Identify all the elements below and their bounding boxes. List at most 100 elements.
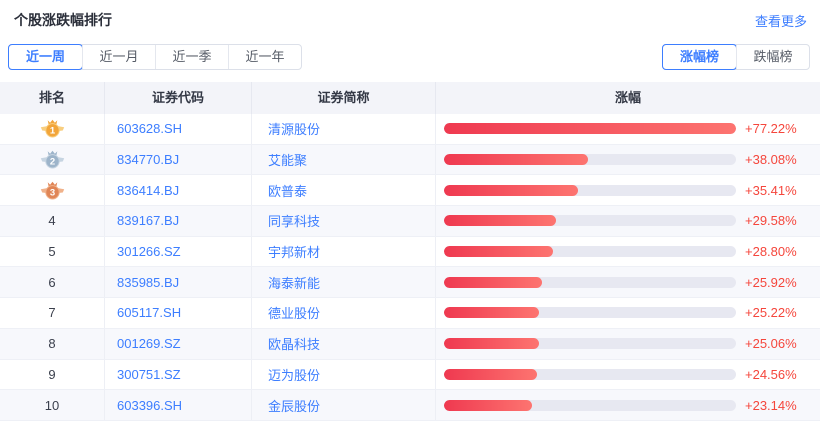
column-header-code: 证券代码 [105, 82, 252, 114]
change-cell: +29.58% [436, 206, 820, 236]
table-row[interactable]: 7 605117.SH 德业股份 +25.22% [0, 298, 820, 329]
table-row[interactable]: 5 301266.SZ 宇邦新材 +28.80% [0, 237, 820, 268]
stock-name[interactable]: 德业股份 [268, 303, 320, 322]
change-cell: +77.22% [436, 114, 820, 144]
stock-code[interactable]: 603396.SH [117, 398, 182, 413]
rank-cell: 8 [0, 329, 105, 359]
table-row[interactable]: 1 603628.SH 清源股份 +77.22% [0, 114, 820, 145]
stock-name[interactable]: 同享科技 [268, 211, 320, 230]
stock-ranking-panel: 个股涨跌幅排行 查看更多 近一周 近一月 近一季 近一年 涨幅榜 跌幅榜 排名 … [0, 0, 820, 421]
page-title: 个股涨跌幅排行 [14, 10, 112, 30]
name-cell: 迈为股份 [252, 360, 436, 390]
tab-period-quarter[interactable]: 近一季 [155, 45, 228, 69]
rank-medal: 1 [40, 119, 65, 138]
column-header-name: 证券简称 [252, 82, 436, 114]
svg-text:1: 1 [49, 126, 55, 137]
rank-medal-icon: 2 [40, 150, 65, 169]
change-cell: +25.92% [436, 267, 820, 297]
change-percent: +77.22% [745, 121, 808, 136]
change-bar-track [444, 154, 736, 165]
change-bar-track [444, 400, 736, 411]
rank-cell: 2 [0, 145, 105, 175]
rank-cell: 3 [0, 175, 105, 205]
table-row[interactable]: 10 603396.SH 金辰股份 +23.14% [0, 390, 820, 421]
change-bar-track [444, 369, 736, 380]
stock-code[interactable]: 603628.SH [117, 121, 182, 136]
change-cell: +24.56% [436, 360, 820, 390]
change-bar-fill [444, 154, 588, 165]
stock-code[interactable]: 001269.SZ [117, 336, 181, 351]
stock-name[interactable]: 迈为股份 [268, 365, 320, 384]
panel-header: 个股涨跌幅排行 查看更多 [0, 0, 820, 30]
tab-period-year[interactable]: 近一年 [228, 45, 301, 69]
change-percent: +25.92% [745, 275, 808, 290]
change-cell: +25.06% [436, 329, 820, 359]
tab-period-month[interactable]: 近一月 [82, 45, 155, 69]
view-more-link[interactable]: 查看更多 [755, 11, 807, 30]
change-percent: +29.58% [745, 213, 808, 228]
stock-name[interactable]: 欧普泰 [268, 181, 307, 200]
rank-number: 9 [48, 367, 55, 382]
table-row[interactable]: 6 835985.BJ 海泰新能 +25.92% [0, 267, 820, 298]
change-bar-fill [444, 246, 553, 257]
change-bar-track [444, 246, 736, 257]
change-bar-fill [444, 369, 537, 380]
table-header-row: 排名 证券代码 证券简称 涨幅 [0, 82, 820, 114]
code-cell: 605117.SH [105, 298, 252, 328]
change-bar-fill [444, 400, 532, 411]
change-percent: +38.08% [745, 152, 808, 167]
code-cell: 300751.SZ [105, 360, 252, 390]
name-cell: 金辰股份 [252, 390, 436, 420]
table-row[interactable]: 8 001269.SZ 欧晶科技 +25.06% [0, 329, 820, 360]
name-cell: 宇邦新材 [252, 237, 436, 267]
board-tab-group: 涨幅榜 跌幅榜 [662, 44, 810, 70]
name-cell: 艾能聚 [252, 145, 436, 175]
change-bar-fill [444, 338, 539, 349]
change-percent: +24.56% [745, 367, 808, 382]
table-row[interactable]: 4 839167.BJ 同享科技 +29.58% [0, 206, 820, 237]
change-percent: +25.06% [745, 336, 808, 351]
rank-number: 7 [48, 305, 55, 320]
svg-text:2: 2 [49, 157, 54, 168]
stock-name[interactable]: 艾能聚 [268, 150, 307, 169]
table-row[interactable]: 9 300751.SZ 迈为股份 +24.56% [0, 360, 820, 391]
rank-number: 4 [48, 213, 55, 228]
stock-name[interactable]: 欧晶科技 [268, 334, 320, 353]
column-header-rank: 排名 [0, 82, 105, 114]
stock-name[interactable]: 清源股份 [268, 119, 320, 138]
rank-medal-icon: 3 [40, 181, 65, 200]
name-cell: 德业股份 [252, 298, 436, 328]
stock-code[interactable]: 839167.BJ [117, 213, 179, 228]
table-row[interactable]: 3 836414.BJ 欧普泰 +35.41% [0, 175, 820, 206]
table-row[interactable]: 2 834770.BJ 艾能聚 +38.08% [0, 145, 820, 176]
change-bar-track [444, 215, 736, 226]
rank-medal: 3 [40, 181, 65, 200]
tab-period-week[interactable]: 近一周 [9, 45, 82, 69]
table-body: 1 603628.SH 清源股份 +77.22% 2 834770.BJ 艾能聚 [0, 114, 820, 421]
change-bar-fill [444, 277, 542, 288]
stock-code[interactable]: 834770.BJ [117, 152, 179, 167]
tab-gainers[interactable]: 涨幅榜 [663, 45, 736, 69]
code-cell: 603396.SH [105, 390, 252, 420]
change-bar-fill [444, 123, 736, 134]
stock-code[interactable]: 301266.SZ [117, 244, 181, 259]
tab-losers[interactable]: 跌幅榜 [736, 45, 809, 69]
column-header-change: 涨幅 [436, 82, 820, 114]
rank-cell: 10 [0, 390, 105, 420]
change-percent: +23.14% [745, 398, 808, 413]
ranking-table: 排名 证券代码 证券简称 涨幅 1 603628.SH 清源股份 +77.22%… [0, 82, 820, 421]
rank-cell: 4 [0, 206, 105, 236]
stock-code[interactable]: 836414.BJ [117, 183, 179, 198]
stock-code[interactable]: 605117.SH [117, 305, 181, 320]
change-cell: +23.14% [436, 390, 820, 420]
name-cell: 清源股份 [252, 114, 436, 144]
name-cell: 欧普泰 [252, 175, 436, 205]
code-cell: 835985.BJ [105, 267, 252, 297]
change-bar-fill [444, 215, 556, 226]
rank-cell: 6 [0, 267, 105, 297]
stock-code[interactable]: 835985.BJ [117, 275, 179, 290]
stock-name[interactable]: 金辰股份 [268, 396, 320, 415]
stock-name[interactable]: 宇邦新材 [268, 242, 320, 261]
stock-name[interactable]: 海泰新能 [268, 273, 320, 292]
stock-code[interactable]: 300751.SZ [117, 367, 181, 382]
